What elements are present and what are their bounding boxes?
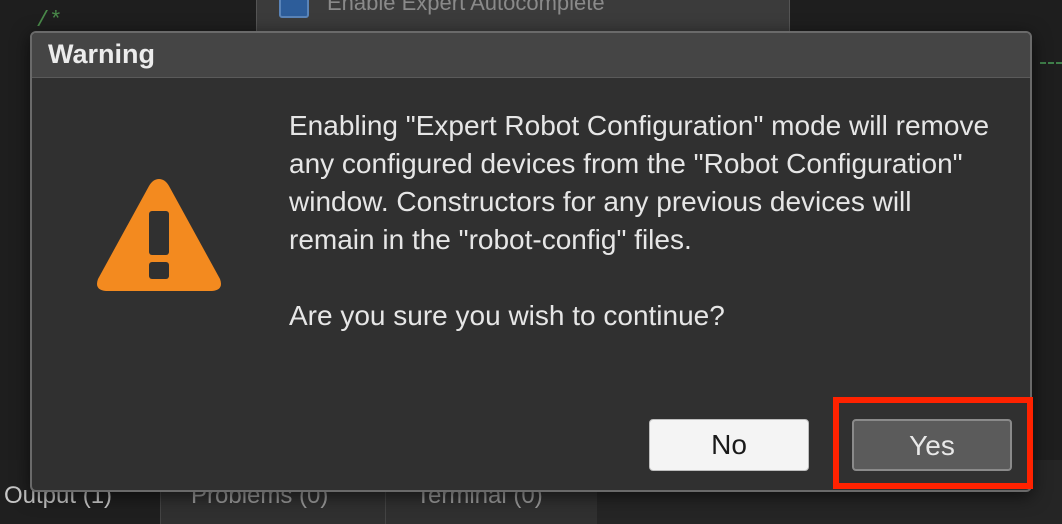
no-button[interactable]: No (649, 419, 809, 471)
dialog-titlebar: Warning (32, 33, 1030, 78)
highlight-box (833, 397, 1033, 489)
confirmation-question: Are you sure you wish to continue? (289, 300, 725, 331)
guide-line (1040, 62, 1062, 64)
warning-triangle-icon (97, 179, 221, 291)
dialog-title: Warning (48, 39, 155, 69)
code-comment-fragment: /* (36, 8, 63, 33)
message-paragraph: Enabling "Expert Robot Configuration" mo… (289, 110, 990, 255)
expert-autocomplete-checkbox[interactable] (279, 0, 309, 18)
dialog-message: Enabling "Expert Robot Configuration" mo… (289, 107, 999, 335)
expert-autocomplete-label: Enable Expert Autocomplete (327, 0, 605, 15)
